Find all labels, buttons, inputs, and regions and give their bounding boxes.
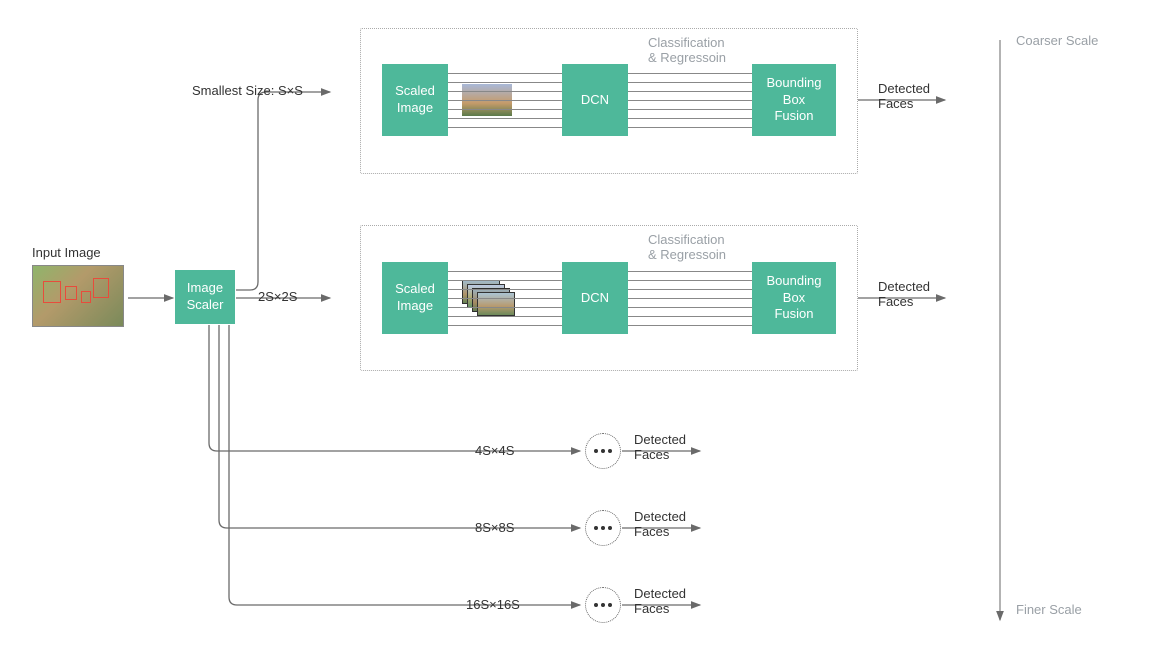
size-label-2: 2S×2S [258,289,297,304]
diagram-canvas: Input Image Image Scaler Smallest Size: … [0,0,1160,670]
fan-line [448,298,562,299]
bbox-fusion-box-2: Bounding Box Fusion [752,262,836,334]
fan-line [448,91,562,92]
class-reg-label-2: Classification & Regressoin [648,232,726,262]
fan-line [448,82,562,83]
detected-faces-5: Detected Faces [634,586,686,616]
fan-line [448,271,562,272]
ellipsis-circle-5 [585,587,621,623]
fan-line [628,289,752,290]
fan-line [448,127,562,128]
input-image-label: Input Image [32,245,101,260]
size-label-3: 4S×4S [475,443,514,458]
fan-line [628,109,752,110]
size-label-4: 8S×8S [475,520,514,535]
detected-faces-2: Detected Faces [878,279,930,309]
dcn-box-1: DCN [562,64,628,136]
fan-line [628,118,752,119]
input-image-thumb [32,265,124,327]
fan-line [448,325,562,326]
fan-line [448,280,562,281]
fan-line [628,307,752,308]
fan-line [628,82,752,83]
finer-scale-label: Finer Scale [1016,602,1082,617]
stacked-thumb-2 [462,280,508,310]
fan-line [628,316,752,317]
detected-faces-1: Detected Faces [878,81,930,111]
fan-line [448,73,562,74]
fan-line [628,91,752,92]
dcn-box-2: DCN [562,262,628,334]
fan-line [628,73,752,74]
fan-line [448,109,562,110]
coarser-scale-label: Coarser Scale [1016,33,1098,48]
detected-faces-3: Detected Faces [634,432,686,462]
fan-line [448,316,562,317]
class-reg-label-1: Classification & Regressoin [648,35,726,65]
scaled-image-box-1: Scaled Image [382,64,448,136]
ellipsis-circle-3 [585,433,621,469]
scaled-image-box-2: Scaled Image [382,262,448,334]
detected-faces-4: Detected Faces [634,509,686,539]
size-label-5: 16S×16S [466,597,520,612]
bbox-fusion-box-1: Bounding Box Fusion [752,64,836,136]
fan-line [448,118,562,119]
fan-line [448,289,562,290]
fan-line [628,325,752,326]
fan-line [628,271,752,272]
fan-line [448,307,562,308]
ellipsis-circle-4 [585,510,621,546]
size-label-1: Smallest Size: S×S [192,83,303,98]
fan-line [628,280,752,281]
fan-line [628,298,752,299]
image-scaler-box: Image Scaler [175,270,235,324]
fan-line [628,100,752,101]
fan-line [448,100,562,101]
fan-line [628,127,752,128]
